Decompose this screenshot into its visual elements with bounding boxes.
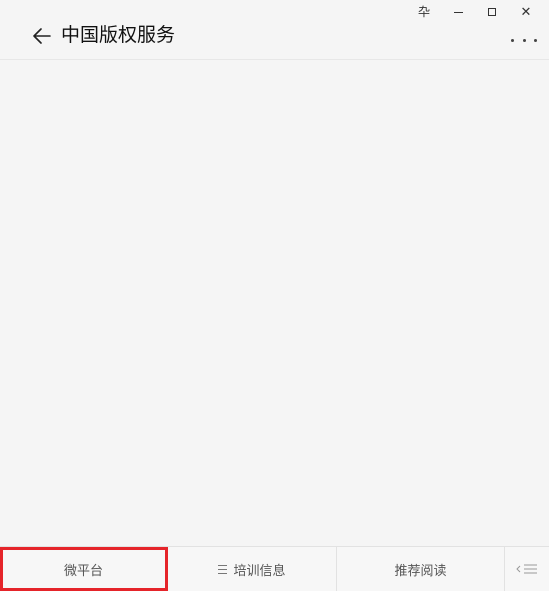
back-arrow-icon[interactable] <box>30 24 54 48</box>
menu-item-tuijian-yuedu[interactable]: 推荐阅读 <box>337 547 505 591</box>
menu-item-label: 培训信息 <box>233 562 286 578</box>
menu-item-label: 微平台 <box>63 562 103 578</box>
more-dot <box>522 38 526 42</box>
menu-item-peixun-xinxi[interactable]: 培训信息 <box>168 547 337 591</box>
more-dot <box>534 38 537 42</box>
menu-item-wei-pingtai[interactable]: 微平台 <box>0 547 168 591</box>
content-area <box>0 60 549 546</box>
submenu-icon <box>218 564 228 574</box>
bottom-menu: 微平台 培训信息 推荐阅读 <box>0 546 549 591</box>
minimize-icon[interactable] <box>441 3 475 21</box>
pin-icon[interactable]: 卆 <box>407 3 441 21</box>
menu-item-label: 推荐阅读 <box>394 562 447 578</box>
more-icon[interactable] <box>511 30 537 50</box>
close-icon[interactable]: ✕ <box>509 3 543 21</box>
title-bar: 卆 ✕ 中国版权服务 <box>0 0 549 60</box>
maximize-icon[interactable] <box>475 3 509 21</box>
page-title: 中国版权服务 <box>61 25 176 46</box>
more-dot <box>511 38 514 42</box>
window-controls: 卆 ✕ <box>407 3 543 21</box>
switch-to-keyboard-icon[interactable] <box>505 547 549 591</box>
